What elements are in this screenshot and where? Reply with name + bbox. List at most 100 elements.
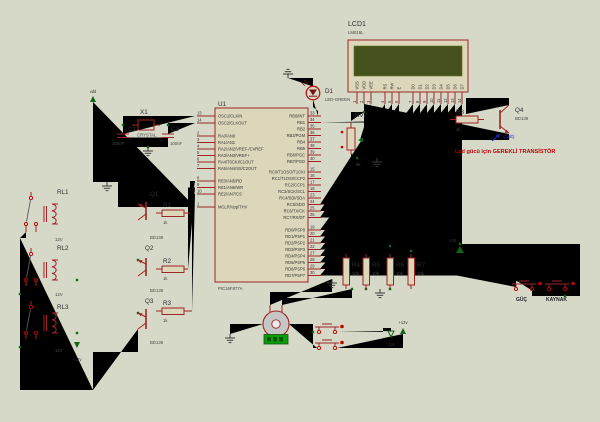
pushbutton-mid-bottom[interactable] bbox=[315, 340, 344, 350]
capacitor-value: 100nF bbox=[170, 141, 183, 146]
mcu-pin-number: 4 bbox=[197, 144, 200, 149]
resistor-r3[interactable]: R3 1k bbox=[156, 300, 192, 323]
schematic-svg[interactable]: vdd vdd +12v +12v -12v LCD1 LM016L VSS1V… bbox=[0, 0, 600, 422]
lcd-screen bbox=[354, 46, 462, 76]
resistor-value: 10k bbox=[352, 271, 360, 276]
resistor-ref: R7 bbox=[417, 262, 426, 269]
mcu-pin-number: 14 bbox=[197, 118, 202, 123]
mcu-pin-number: 30 bbox=[310, 270, 315, 275]
mcu-pin-name: RA5/AN4/SS/C2OUT bbox=[218, 166, 257, 171]
relay-switch-rl1[interactable] bbox=[24, 192, 37, 232]
mcu-pin-name: RC3/SCK/SCL bbox=[278, 189, 306, 194]
mcu-component[interactable]: U1 PIC16F877A 13OSC1/CLKIN14OSC2/CLKOUT2… bbox=[197, 101, 321, 291]
vdd-arrow-icon bbox=[90, 96, 96, 102]
mcu-pin-name: RD5/PSP5 bbox=[285, 260, 306, 265]
resistor-value: 1k bbox=[163, 318, 168, 323]
lcd-pin-name: D5 bbox=[445, 84, 450, 90]
mcu-pin-name: RE2/AN7/CS bbox=[218, 192, 242, 197]
lcd-pin-name: RS bbox=[382, 84, 387, 90]
resistor-value: 10k bbox=[417, 271, 425, 276]
mcu-pin-name: RD7/PSP7 bbox=[285, 273, 306, 278]
wire bbox=[466, 98, 509, 114]
mcu-pin-name: RB7/PGD bbox=[287, 159, 305, 164]
unconnected-dot-icon bbox=[571, 282, 575, 286]
vdd-label: vdd bbox=[90, 89, 97, 94]
lcd-pin-number: 13 bbox=[450, 98, 455, 103]
terminal-circle bbox=[29, 196, 32, 199]
wire bbox=[123, 138, 168, 148]
mcu-pin-number: 28 bbox=[310, 257, 315, 262]
plus12-label: +12v bbox=[73, 357, 83, 362]
junction-dot bbox=[122, 124, 124, 126]
schematic-canvas[interactable]: vdd vdd +12v +12v -12v LCD1 LM016L VSS1V… bbox=[0, 0, 600, 422]
mcu-pin-number: 37 bbox=[310, 137, 315, 142]
wire bbox=[270, 279, 332, 305]
lcd-component[interactable]: LCD1 LM016L VSS1VDD2VEE3RS4RW5E6D07D18D2… bbox=[348, 21, 468, 104]
button-label: KAYNAK bbox=[546, 297, 567, 303]
plus12-arrow-icon bbox=[400, 328, 406, 334]
relay-value: 12V bbox=[55, 348, 63, 353]
resistor-r2[interactable]: R2 1k bbox=[156, 258, 188, 281]
mcu-pin-name: RC1/T1OSI/CCP2 bbox=[272, 176, 306, 181]
terminal-circle bbox=[34, 222, 37, 225]
lcd-pin-number: 2 bbox=[359, 100, 364, 103]
mcu-pin-number: 38 bbox=[310, 143, 315, 148]
mcu-pin-number: 19 bbox=[310, 225, 315, 230]
mcu-pin-number: 22 bbox=[310, 244, 315, 249]
relay-ref: RL2 bbox=[57, 245, 69, 252]
mcu-pin-number: 9 bbox=[197, 182, 200, 187]
mcu-pin-number: 10 bbox=[197, 189, 202, 194]
junction-dot bbox=[389, 245, 391, 247]
transistor-ref: Q4 bbox=[515, 107, 524, 114]
pushbutton-mid-top[interactable] bbox=[315, 324, 344, 334]
mcu-pin-number: 15 bbox=[310, 167, 315, 172]
motor-component[interactable] bbox=[263, 305, 289, 344]
terminal-circle bbox=[24, 222, 27, 225]
relay-value: 12V bbox=[55, 237, 63, 242]
resistor-value: 1k bbox=[163, 276, 168, 281]
transistor-value: BD139 bbox=[150, 340, 164, 345]
transistor-q4[interactable]: Q4 BD139 bbox=[500, 105, 529, 133]
ground-icon bbox=[283, 69, 293, 78]
mcu-pin-name: RC4/SDI/SDA bbox=[279, 196, 305, 201]
transistor-q3[interactable]: Q3 BD139 bbox=[138, 298, 164, 345]
mcu-pin-name: OSC1/CLKIN bbox=[218, 114, 242, 119]
vdd-label: vdd bbox=[449, 238, 456, 243]
resistor-ref: R1 bbox=[163, 202, 172, 209]
mcu-pin-number: 17 bbox=[310, 180, 315, 185]
transistor-ref: Q2 bbox=[145, 245, 154, 252]
terminal-circle bbox=[317, 330, 320, 333]
capacitor-ref: C2 bbox=[171, 126, 180, 133]
ground-icon bbox=[102, 182, 112, 191]
junction-dot bbox=[19, 293, 21, 295]
resistor-ref: R8 bbox=[456, 109, 465, 116]
junction-dot bbox=[351, 288, 353, 290]
crystal-value: CRYSTAL bbox=[137, 133, 157, 138]
relay-rl2[interactable]: RL2 12V bbox=[44, 245, 69, 297]
mcu-pin-number: 29 bbox=[310, 264, 315, 269]
lcd-pin-name: D7 bbox=[459, 84, 464, 90]
lcd-pin-name: D6 bbox=[452, 84, 457, 90]
junction-dot bbox=[459, 243, 461, 245]
mcu-pin-number: 3 bbox=[197, 137, 200, 142]
mcu-pin-name: RC6/TX/CK bbox=[284, 209, 306, 214]
lcd-pin-name: D4 bbox=[438, 84, 443, 90]
relay-rl1[interactable]: RL1 12V bbox=[44, 189, 69, 242]
mcu-pin-name: RC7/RX/DT bbox=[283, 215, 305, 220]
mcu-pin-number: 18 bbox=[310, 186, 315, 191]
probe-label: Q4(E) bbox=[503, 134, 515, 139]
pot-wiper-icon bbox=[358, 138, 363, 143]
mcu-pin-number: 5 bbox=[197, 150, 200, 155]
mcu-pin-number: 8 bbox=[197, 176, 200, 181]
wire bbox=[20, 232, 26, 238]
junction-dot bbox=[167, 124, 169, 126]
mcu-pin-name: RA1/AN1 bbox=[218, 140, 236, 145]
component-lead bbox=[138, 323, 146, 329]
junction-dot bbox=[19, 346, 21, 348]
mcu-pin-number: 21 bbox=[310, 238, 315, 243]
led-value: LED-GREEN bbox=[325, 97, 350, 102]
resistor-value: 1k bbox=[163, 220, 168, 225]
lcd-pin-name: VEE bbox=[368, 81, 373, 89]
junction-dot bbox=[356, 157, 358, 159]
mcu-pin-number: 16 bbox=[310, 173, 315, 178]
